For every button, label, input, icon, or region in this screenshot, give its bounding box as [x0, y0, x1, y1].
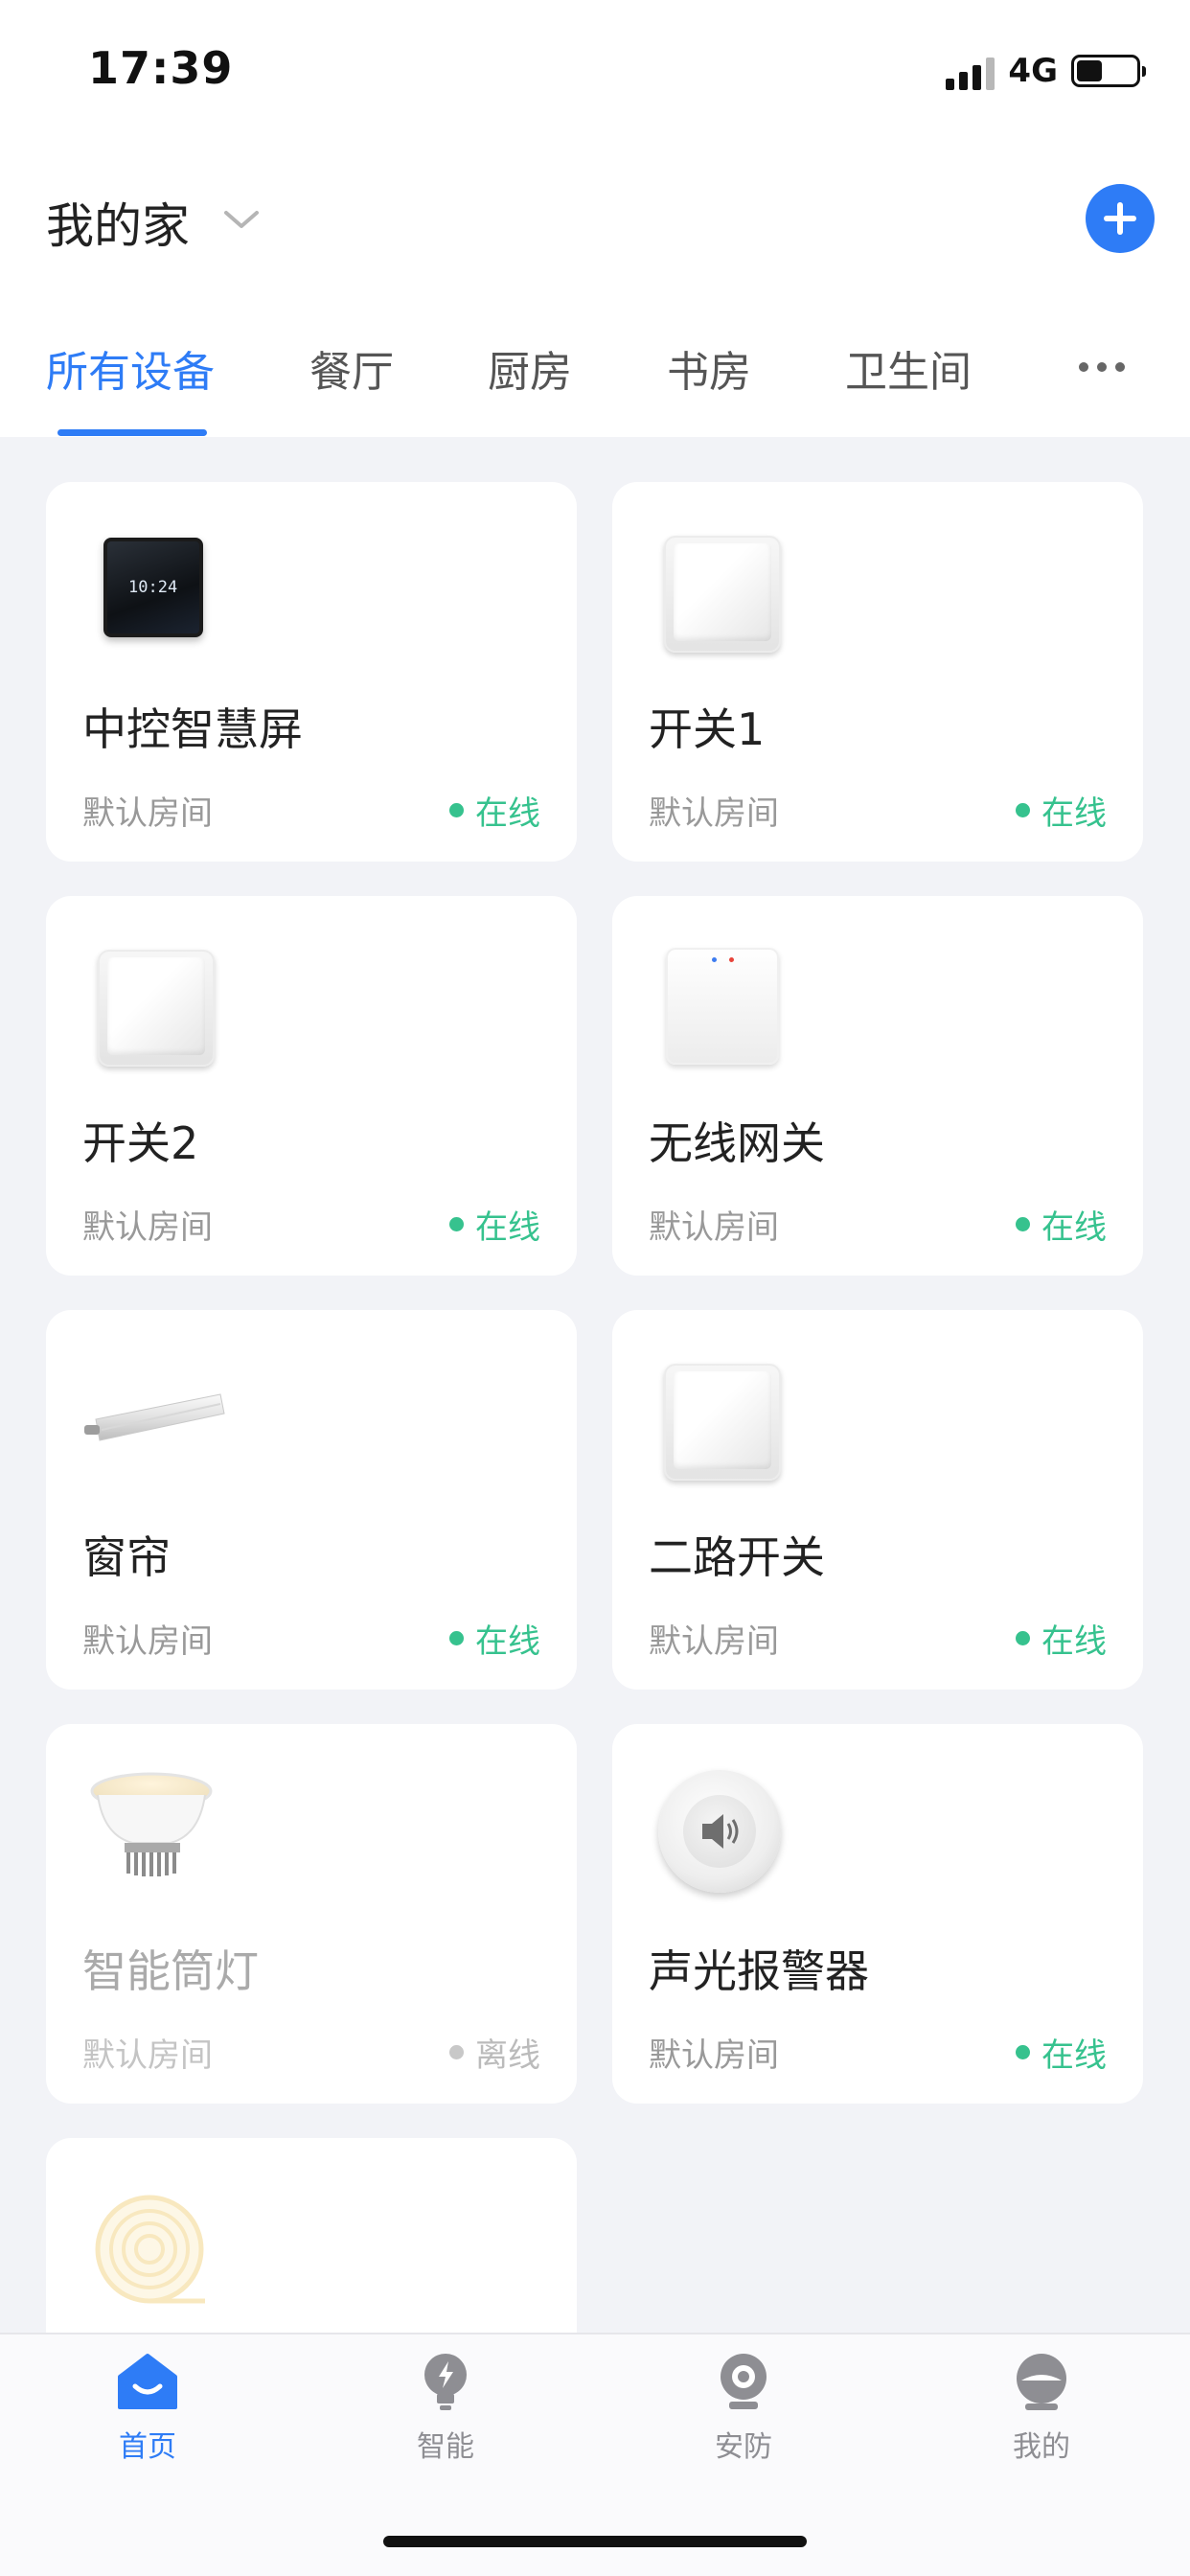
camera-icon: [721, 2354, 767, 2409]
device-card-switch-1[interactable]: 开关1 默认房间 在线: [612, 482, 1143, 862]
downlight-image: [82, 1768, 226, 1893]
device-status: 在线: [1016, 787, 1107, 834]
home-icon: [118, 2354, 177, 2409]
device-status: 在线: [1016, 1615, 1107, 1662]
switch-image: [649, 1354, 792, 1481]
status-dot: [1016, 1217, 1030, 1231]
profile-icon: [1017, 2354, 1066, 2410]
device-name: 智能筒灯: [82, 1945, 259, 1997]
device-name: 开关1: [649, 703, 766, 755]
status-indicators: 4G: [941, 48, 1146, 94]
light-strip-image: [82, 2182, 226, 2307]
device-room: 默认房间: [649, 2036, 779, 2075]
device-card-wireless-gateway[interactable]: 无线网关 默认房间 在线: [612, 896, 1143, 1276]
speaker-icon: [702, 1814, 739, 1849]
status-dot: [449, 1631, 464, 1645]
device-card-switch-2[interactable]: 开关2 默认房间 在线: [46, 896, 577, 1276]
home-indicator: [383, 2536, 807, 2547]
chevron-down-icon[interactable]: [222, 205, 261, 234]
status-dot: [449, 2045, 464, 2059]
status-dot: [1016, 2045, 1030, 2059]
battery-icon: [1071, 55, 1146, 87]
bulb-icon: [424, 2354, 467, 2410]
network-label: 4G: [1008, 52, 1058, 90]
device-status: 离线: [449, 2029, 540, 2076]
device-status: 在线: [1016, 2029, 1107, 2076]
device-room: 默认房间: [649, 794, 779, 833]
gateway-image: [649, 940, 792, 1065]
tab-study[interactable]: 书房: [667, 337, 751, 399]
status-dot: [1016, 1631, 1030, 1645]
curtain-motor-image: [82, 1354, 226, 1479]
status-time: 17:39: [88, 42, 234, 94]
device-name: 二路开关: [649, 1531, 825, 1583]
tab-kitchen[interactable]: 厨房: [488, 337, 572, 399]
status-dot: [449, 1217, 464, 1231]
switch-image: [82, 940, 226, 1067]
device-card-two-way-switch[interactable]: 二路开关 默认房间 在线: [612, 1310, 1143, 1690]
nav-mine[interactable]: 我的: [946, 2348, 1137, 2465]
device-card-control-screen[interactable]: 10:24 中控智慧屏 默认房间 在线: [46, 482, 577, 862]
device-status: 在线: [449, 1201, 540, 1248]
device-room: 默认房间: [82, 1208, 213, 1247]
device-room: 默认房间: [82, 794, 213, 833]
more-tabs-icon[interactable]: [1079, 362, 1133, 372]
device-name: 声光报警器: [649, 1945, 869, 1997]
home-selector-title[interactable]: 我的家: [46, 188, 190, 257]
device-status: 在线: [449, 1615, 540, 1662]
switch-image: [649, 526, 792, 653]
device-room: 默认房间: [82, 1622, 213, 1661]
status-dot: [449, 803, 464, 817]
device-name: 窗帘: [82, 1531, 171, 1583]
add-device-button[interactable]: [1086, 184, 1155, 253]
device-room: 默认房间: [649, 1208, 779, 1247]
smart-screen-image: 10:24: [82, 526, 226, 651]
device-card-curtain[interactable]: 窗帘 默认房间 在线: [46, 1310, 577, 1690]
nav-home[interactable]: 首页: [52, 2348, 243, 2465]
device-card-sound-light-alarm[interactable]: 声光报警器 默认房间 在线: [612, 1724, 1143, 2104]
signal-icon: [941, 52, 995, 90]
tab-bathroom[interactable]: 卫生间: [845, 337, 972, 399]
alarm-image: [649, 1768, 792, 1893]
device-room: 默认房间: [82, 2036, 213, 2075]
nav-smart[interactable]: 智能: [350, 2348, 541, 2465]
device-status: 在线: [449, 787, 540, 834]
tab-dining-room[interactable]: 餐厅: [309, 337, 394, 399]
tab-indicator: [57, 429, 207, 436]
device-room: 默认房间: [649, 1622, 779, 1661]
status-dot: [1016, 803, 1030, 817]
device-name: 无线网关: [649, 1117, 825, 1169]
device-card-downlight[interactable]: 智能筒灯 默认房间 离线: [46, 1724, 577, 2104]
nav-security[interactable]: 安防: [648, 2348, 839, 2465]
device-status: 在线: [1016, 1201, 1107, 1248]
device-name: 开关2: [82, 1117, 199, 1169]
device-name: 中控智慧屏: [82, 703, 303, 755]
tab-all-devices[interactable]: 所有设备: [46, 337, 215, 399]
